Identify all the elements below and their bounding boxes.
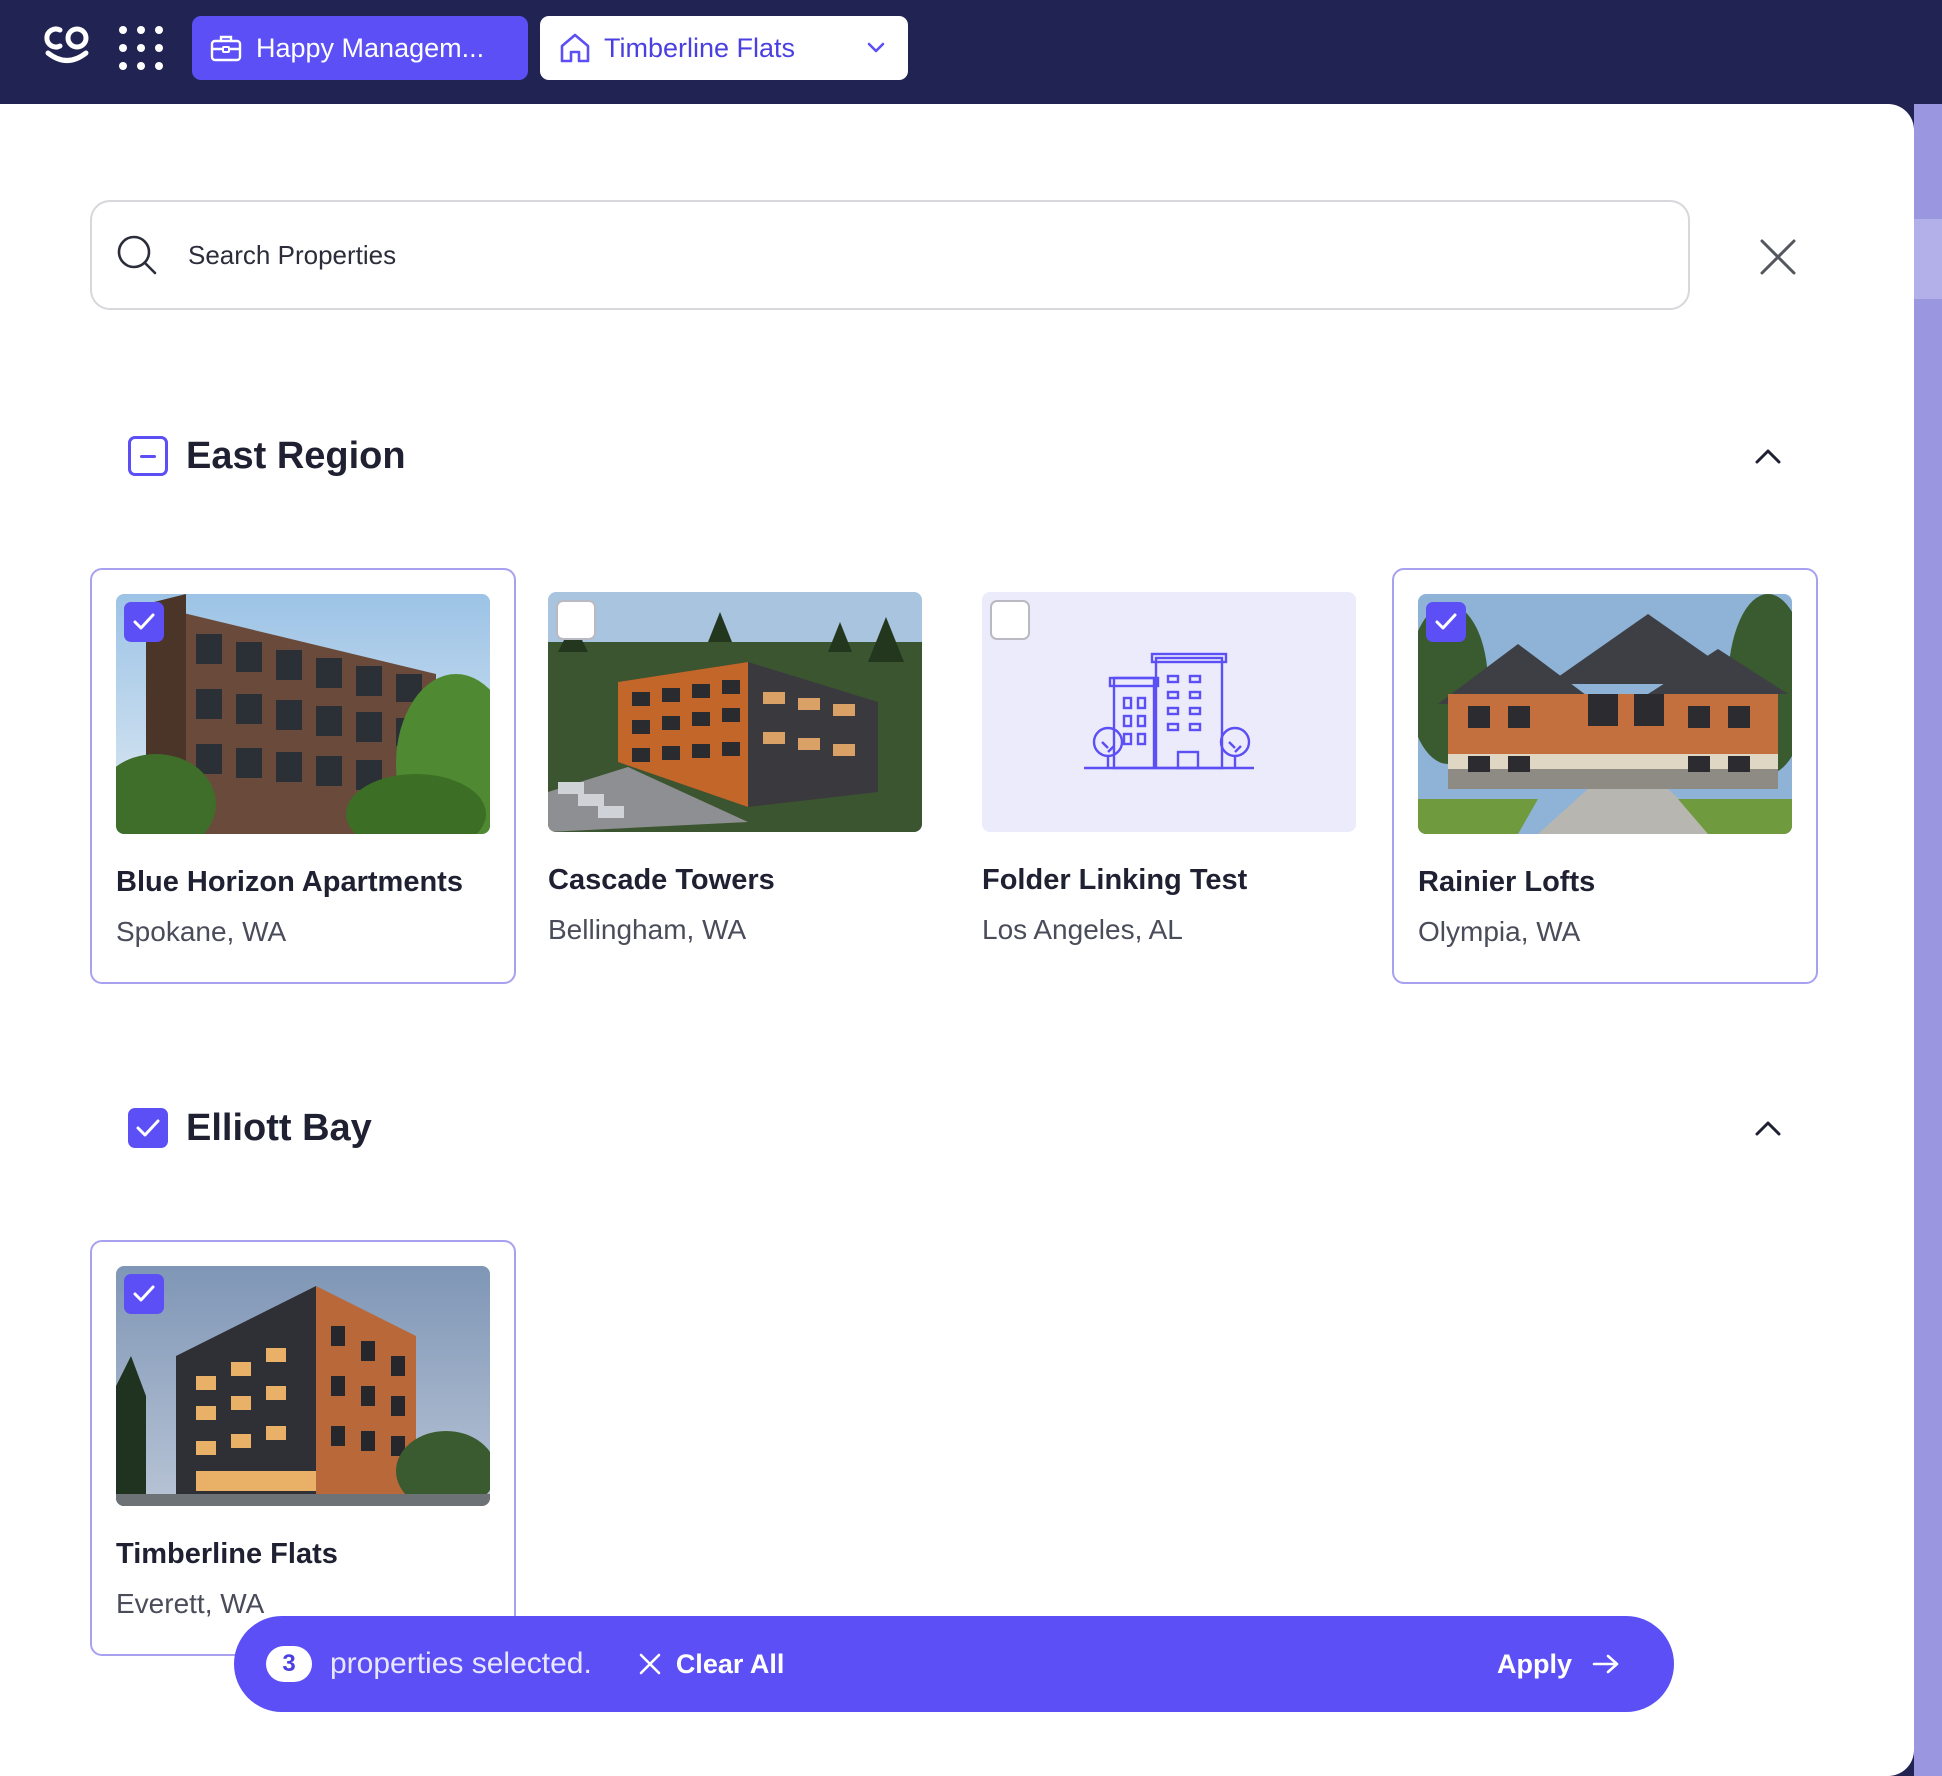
selection-text: properties selected. — [330, 1647, 592, 1680]
property-location: Spokane, WA — [116, 916, 287, 947]
chevron-down-icon — [867, 42, 885, 53]
chevron-up-icon[interactable] — [1748, 1108, 1788, 1148]
home-icon — [560, 33, 590, 63]
property-card[interactable]: Cascade Towers Bellingham, WA — [524, 568, 950, 984]
group-checkbox-checked[interactable] — [128, 1108, 168, 1148]
group-checkbox-indeterminate[interactable] — [128, 436, 168, 476]
building-placeholder-icon — [982, 592, 1356, 832]
property-name: Rainier Lofts — [1418, 866, 1596, 898]
property-checkbox-checked[interactable] — [1426, 602, 1466, 642]
property-card[interactable]: Blue Horizon Apartments Spokane, WA — [90, 568, 516, 984]
group-header-elliott-bay: Elliott Bay — [128, 1098, 1788, 1158]
property-card[interactable]: Timberline Flats Everett, WA — [90, 1240, 516, 1656]
close-icon[interactable] — [1756, 235, 1800, 279]
background-page-edge — [1914, 104, 1942, 1776]
search-input[interactable]: Search Properties — [90, 200, 1690, 310]
property-checkbox-checked[interactable] — [124, 1274, 164, 1314]
apply-button[interactable]: Apply — [1497, 1649, 1620, 1680]
company-switcher-button[interactable]: Happy Managem... — [192, 16, 528, 80]
property-switcher-button[interactable]: Timberline Flats — [540, 16, 908, 80]
property-location: Bellingham, WA — [548, 914, 747, 945]
briefcase-icon — [210, 35, 242, 62]
group-header-east-region: East Region — [128, 426, 1788, 486]
property-location: Los Angeles, AL — [982, 914, 1183, 945]
search-placeholder: Search Properties — [188, 239, 397, 270]
property-name: Blue Horizon Apartments — [116, 866, 463, 898]
selected-count-badge: 3 — [266, 1646, 312, 1682]
property-label: Timberline Flats — [604, 32, 796, 63]
property-photo — [116, 1266, 490, 1506]
property-location: Olympia, WA — [1418, 916, 1581, 947]
property-card[interactable]: Rainier Lofts Olympia, WA — [1392, 568, 1818, 984]
property-name: Cascade Towers — [548, 864, 775, 896]
clear-all-label: Clear All — [675, 1648, 785, 1679]
property-card[interactable]: Folder Linking Test Los Angeles, AL — [958, 568, 1384, 984]
company-label: Happy Managem... — [256, 32, 485, 63]
apply-label: Apply — [1496, 1648, 1572, 1679]
property-name: Timberline Flats — [116, 1538, 338, 1570]
close-icon — [639, 1653, 661, 1675]
group-title: East Region — [186, 434, 406, 477]
selection-bar: 3 properties selected. Clear All Apply — [234, 1616, 1674, 1712]
logo-icon[interactable] — [40, 20, 94, 68]
apps-grid-icon[interactable] — [119, 26, 163, 70]
arrow-right-icon — [1592, 1654, 1619, 1674]
chevron-up-icon[interactable] — [1748, 436, 1788, 476]
search-icon — [117, 235, 157, 275]
property-photo — [548, 592, 922, 832]
clear-all-button[interactable]: Clear All — [638, 1648, 785, 1680]
top-bar: Happy Managem... Timberline Flats — [0, 0, 1942, 104]
property-checkbox-checked[interactable] — [124, 602, 164, 642]
group-title: Elliott Bay — [186, 1106, 372, 1149]
property-photo — [116, 594, 490, 834]
property-picker-panel: Search Properties East Region Blue Horiz… — [0, 104, 1914, 1776]
property-photo — [1418, 594, 1792, 834]
property-checkbox-unchecked[interactable] — [990, 600, 1030, 640]
property-location: Everett, WA — [116, 1588, 265, 1619]
calendar-tab-icon — [1914, 219, 1942, 299]
property-checkbox-unchecked[interactable] — [556, 600, 596, 640]
property-name: Folder Linking Test — [982, 864, 1248, 896]
